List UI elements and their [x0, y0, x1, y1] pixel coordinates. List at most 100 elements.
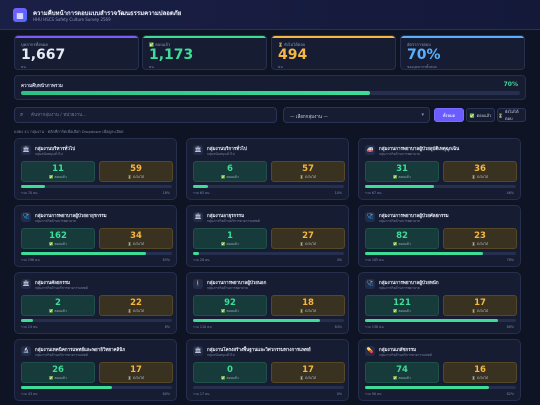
done-label: ✅ ตอบแล้ว — [49, 309, 67, 313]
group-category: กลุ่มภารกิจด้านบริการทางการแพทย์ — [35, 286, 88, 290]
done-label: ✅ ตอบแล้ว — [221, 309, 239, 313]
filter-label: ยังไม่ได้ตอบ — [504, 109, 519, 121]
group-icon: 🏛 — [21, 145, 31, 155]
done-label: ✅ ตอบแล้ว — [221, 376, 239, 380]
done-count-box: 121 ✅ ตอบแล้ว — [365, 295, 439, 316]
group-card[interactable]: 🏛 กลุ่มงานศัลยกรรม กลุ่มภารกิจด้านบริการทา… — [14, 272, 177, 334]
group-icon: 🏛 — [193, 145, 203, 155]
search-box[interactable]: ⌕ — [14, 107, 277, 123]
pending-count-box: 57 ⏳ ยังไม่ได้ — [271, 161, 345, 182]
pending-count-box: 17 ⏳ ยังไม่ได้ — [99, 362, 173, 383]
group-name: กลุ่มงานเทคนิคการแพทย์และพยาธิวิทยาคลินิ… — [35, 348, 126, 353]
group-card[interactable]: 🏛 กลุ่มงานโครงสร้างพื้นฐานและวิศวกรรมทางก… — [186, 339, 349, 401]
search-input[interactable] — [31, 110, 271, 121]
done-count-box: 82 ✅ ตอบแล้ว — [365, 228, 439, 249]
group-icon: 💊 — [365, 346, 375, 356]
group-card[interactable]: 🏛 กลุ่มงานบริการทั่วไป กลุ่มสนับสนุนทั่วไป… — [186, 138, 349, 200]
stat-card: ⏳ ยังไม่ได้ตอบ 494 คน — [271, 35, 396, 70]
group-total: รวม 70 คน — [21, 191, 38, 195]
group-percent: 16% — [162, 191, 170, 195]
group-percent: 78% — [506, 258, 514, 262]
filter-button[interactable]: ⏳ ยังไม่ได้ตอบ — [497, 108, 526, 122]
stat-card: บุคลากรทั้งหมด 1,667 คน — [14, 35, 139, 70]
group-total: รวม 24 คน — [21, 325, 38, 329]
done-count-box: 74 ✅ ตอบแล้ว — [365, 362, 439, 383]
done-count: 74 — [396, 365, 408, 375]
shield-logo-icon: ▦ — [13, 8, 27, 22]
done-count: 26 — [52, 365, 64, 375]
pending-label: ⏳ ยังไม่ได้ — [127, 309, 145, 313]
group-name: กลุ่มงานการพยาบาลผู้ป่วยอายุรกรรม — [35, 214, 107, 219]
done-label: ✅ ตอบแล้ว — [49, 376, 67, 380]
group-progress-track — [193, 252, 344, 255]
group-select[interactable]: — เลือกกลุ่มงาน — ▾ — [283, 107, 430, 123]
group-total: รวม 17 คน — [193, 392, 210, 396]
group-category: กลุ่มภารกิจด้านบริการทางการแพทย์ — [207, 219, 260, 223]
group-category: กลุ่มสนับสนุนทั่วไป — [35, 152, 63, 156]
overall-progress-panel: ความคืบหน้าภาพรวม 70% — [14, 75, 526, 100]
stat-value: 1,667 — [21, 47, 66, 63]
done-label: ✅ ตอบแล้ว — [393, 309, 411, 313]
group-name: กลุ่มงานอายุรกรรม — [207, 214, 245, 219]
group-progress-track — [365, 319, 516, 322]
page-subtitle: HHU HSCS Safety Culture Survey 2569 — [33, 17, 111, 22]
stat-card: ✅ ตอบแล้ว 1,173 คน — [142, 35, 267, 70]
pending-count: 22 — [130, 298, 142, 308]
pending-label: ⏳ ยังไม่ได้ — [299, 175, 317, 179]
group-card[interactable]: 🚶 กลุ่มงานการพยาบาลผู้ป่วยนอก กลุ่มภารกิจด… — [186, 272, 349, 334]
done-label: ✅ ตอบแล้ว — [49, 175, 67, 179]
done-count-box: 2 ✅ ตอบแล้ว — [21, 295, 95, 316]
group-progress-track — [193, 386, 344, 389]
group-progress-fill — [21, 386, 112, 389]
pending-count: 27 — [302, 231, 314, 241]
done-label: ✅ ตอบแล้ว — [393, 376, 411, 380]
filter-icon: ⏳ — [498, 112, 503, 118]
group-percent: 60% — [162, 392, 170, 396]
pending-count: 57 — [302, 164, 314, 174]
stat-accent-bar — [15, 36, 138, 38]
done-count: 1 — [227, 231, 233, 241]
stat-value: 70% — [407, 47, 441, 63]
group-percent: 46% — [506, 191, 514, 195]
group-card[interactable]: 🔬 กลุ่มงานเทคนิคการแพทย์และพยาธิวิทยาคลิน… — [14, 339, 177, 401]
done-count-box: 11 ✅ ตอบแล้ว — [21, 161, 95, 182]
group-name: กลุ่มงานบริการทั่วไป — [207, 147, 247, 152]
done-count-box: 1 ✅ ตอบแล้ว — [193, 228, 267, 249]
group-name: กลุ่มงานการพยาบาลผู้ป่วยหนัก — [379, 281, 439, 286]
pending-count-box: 22 ⏳ ยังไม่ได้ — [99, 295, 173, 316]
done-count: 31 — [396, 164, 408, 174]
group-name: กลุ่มงานศัลยกรรม — [35, 281, 71, 286]
group-card[interactable]: 🏛 กลุ่มงานอายุรกรรม กลุ่มภารกิจด้านบริการท… — [186, 205, 349, 267]
group-card[interactable]: 🩺 กลุ่มงานการพยาบาลผู้ป่วยหนัก กลุ่มภารกิจ… — [358, 272, 521, 334]
group-card[interactable]: 💊 กลุ่มงานเภสัชกรรม กลุ่มภารกิจด้านบริการท… — [358, 339, 521, 401]
group-card[interactable]: 🩺 กลุ่มงานการพยาบาลผู้ป่วยอายุรกรรม กลุ่มภ… — [14, 205, 177, 267]
filter-button[interactable]: ✅ ตอบแล้ว — [466, 108, 495, 122]
filter-button[interactable]: ทั้งหมด — [434, 108, 464, 122]
done-count: 82 — [396, 231, 408, 241]
group-progress-fill — [21, 319, 34, 322]
group-icon: 🏛 — [193, 346, 203, 356]
group-total: รวม 90 คน — [365, 392, 382, 396]
filter-label: ตอบแล้ว — [476, 112, 492, 118]
group-progress-track — [21, 185, 172, 188]
group-progress-fill — [193, 319, 320, 322]
group-total: รวม 110 คน — [193, 325, 212, 329]
group-percent: 10% — [334, 191, 342, 195]
stat-unit: คน — [149, 65, 154, 69]
group-card[interactable]: 🚑 กลุ่มงานการพยาบาลผู้ป่วยอุบัติเหตุฉุกเฉ… — [358, 138, 521, 200]
group-card[interactable]: 🏛 กลุ่มงานบริหารทั่วไป กลุ่มสนับสนุนทั่วไป… — [14, 138, 177, 200]
done-count: 2 — [55, 298, 61, 308]
done-label: ✅ ตอบแล้ว — [393, 242, 411, 246]
group-category: กลุ่มภารกิจด้านการพยาบาล — [379, 219, 420, 223]
done-count: 162 — [49, 231, 67, 241]
done-count-box: 162 ✅ ตอบแล้ว — [21, 228, 95, 249]
stat-accent-bar — [143, 36, 266, 38]
group-progress-fill — [365, 319, 498, 322]
group-name: กลุ่มงานบริหารทั่วไป — [35, 147, 76, 152]
group-icon: 🚶 — [193, 279, 203, 289]
pending-count-box: 16 ⏳ ยังไม่ได้ — [443, 362, 517, 383]
group-card[interactable]: 🩺 กลุ่มงานการพยาบาลผู้ป่วยศัลยกรรม กลุ่มภา… — [358, 205, 521, 267]
stat-unit: คน — [21, 65, 26, 69]
pending-count-box: 27 ⏳ ยังไม่ได้ — [271, 228, 345, 249]
pending-label: ⏳ ยังไม่ได้ — [471, 376, 489, 380]
